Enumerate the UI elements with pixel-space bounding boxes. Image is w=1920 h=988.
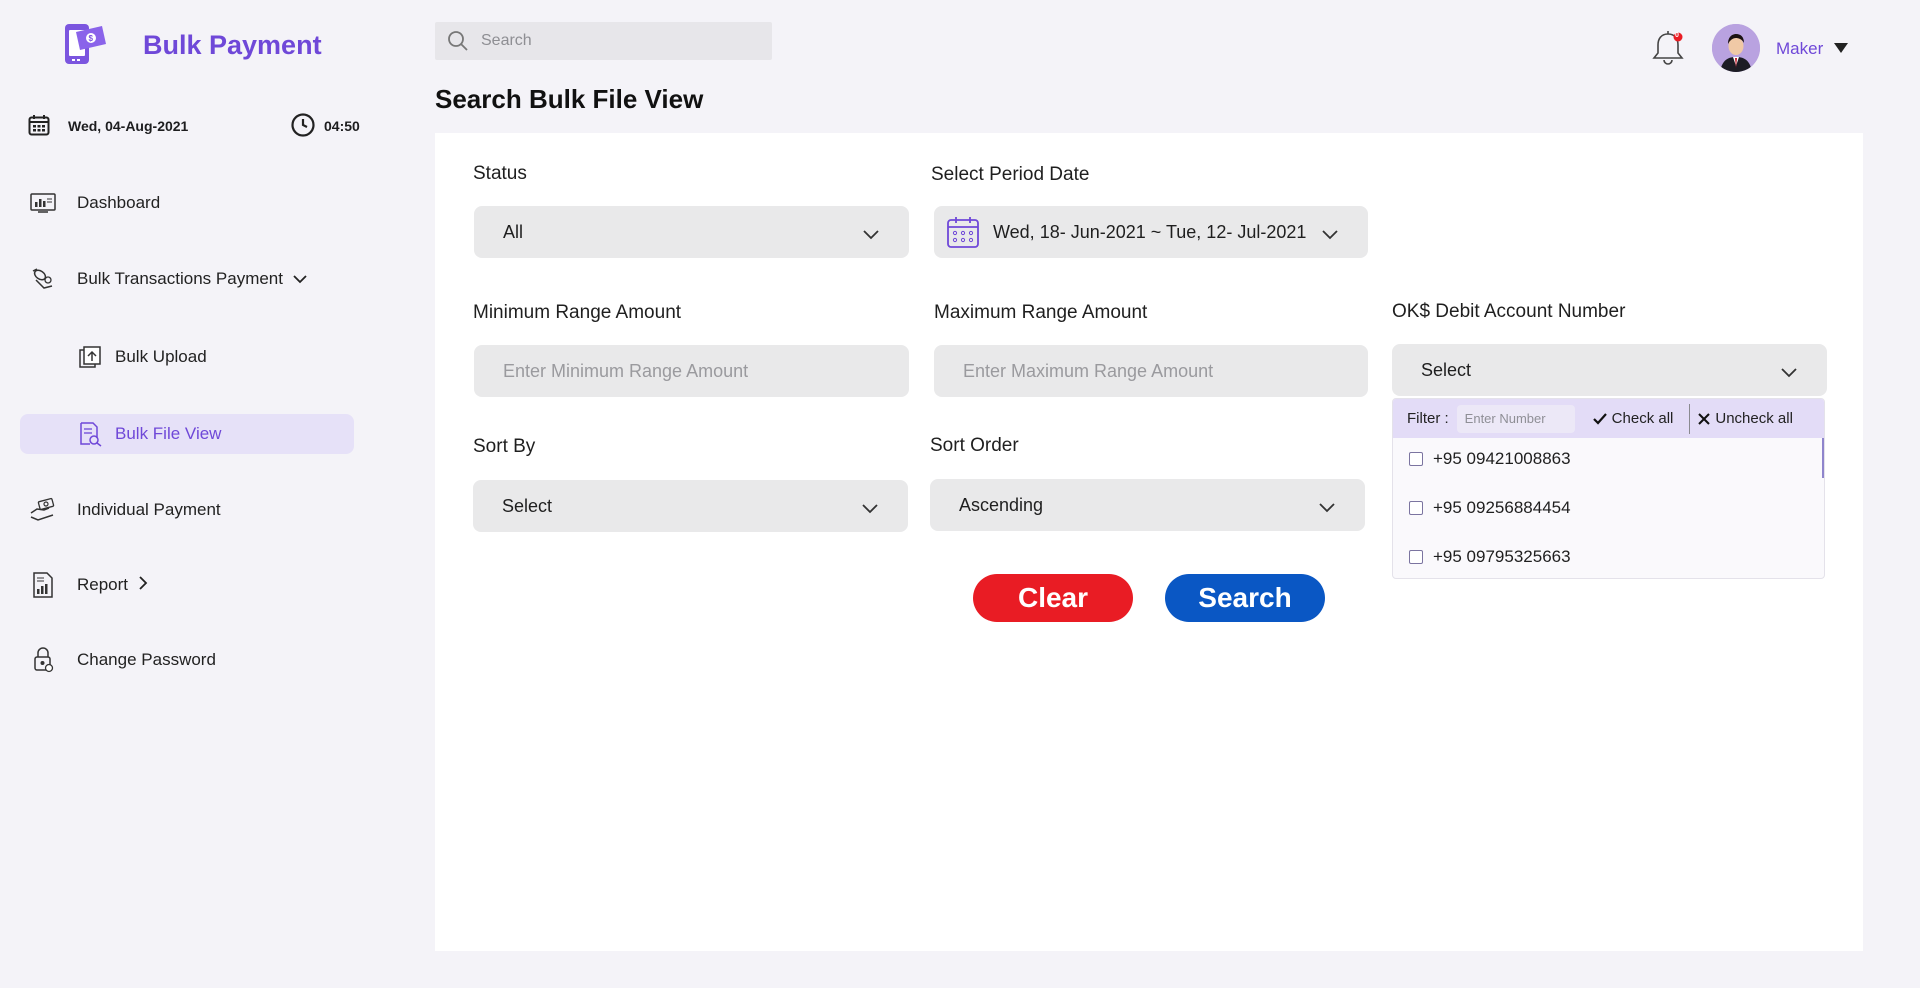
current-time: 04:50 <box>324 118 360 134</box>
uncheck-all-label: Uncheck all <box>1715 410 1793 427</box>
chevron-down-icon <box>1322 224 1338 245</box>
chevron-right-icon <box>138 575 148 595</box>
sort-by-label: Sort By <box>473 436 536 457</box>
checkbox[interactable] <box>1409 501 1423 515</box>
min-amount-label: Minimum Range Amount <box>473 302 682 323</box>
status-value: All <box>503 221 524 242</box>
period-label: Select Period Date <box>931 164 1090 185</box>
account-option-label: +95 09795325663 <box>1433 547 1571 566</box>
sidebar-item-report[interactable]: Report <box>20 565 354 605</box>
max-amount-field[interactable] <box>934 345 1368 397</box>
avatar[interactable] <box>1712 24 1760 72</box>
sidebar-item-bulk-file-view[interactable]: Bulk File View <box>20 414 354 454</box>
chevron-down-icon <box>863 224 879 245</box>
sidebar-item-label: Bulk File View <box>115 424 222 443</box>
dropdown-scrollbar[interactable] <box>1822 438 1824 478</box>
money-transfer-icon <box>28 264 58 294</box>
search-icon <box>447 30 469 52</box>
debit-account-label: OK$ Debit Account Number <box>1392 301 1626 322</box>
debit-account-select[interactable]: Select <box>1392 344 1827 396</box>
lock-icon <box>28 645 58 675</box>
calendar-icon <box>28 114 50 139</box>
sort-order-label: Sort Order <box>930 435 1019 456</box>
sidebar-item-bulk-upload[interactable]: Bulk Upload <box>20 337 354 377</box>
divider <box>1689 403 1691 434</box>
file-search-icon <box>75 419 105 449</box>
status-label: Status <box>473 163 527 184</box>
sort-by-select[interactable]: Select <box>473 480 908 532</box>
min-amount-input[interactable] <box>503 360 883 382</box>
sidebar-item-individual-payment[interactable]: Individual Payment <box>20 490 354 530</box>
period-date-picker[interactable]: Wed, 18- Jun-2021 ~ Tue, 12- Jul-2021 <box>934 206 1368 258</box>
checkbox[interactable] <box>1409 452 1423 466</box>
account-option[interactable]: +95 09421008863 <box>1409 449 1571 469</box>
clock-icon <box>290 112 316 141</box>
report-icon <box>28 570 58 600</box>
status-select[interactable]: All <box>474 206 909 258</box>
svg-text:$: $ <box>89 34 94 43</box>
chevron-down-icon <box>1319 497 1335 518</box>
clear-button[interactable]: Clear <box>973 574 1133 622</box>
caret-down-icon[interactable] <box>1833 41 1849 59</box>
dashboard-icon <box>28 188 58 218</box>
sidebar-item-label: Dashboard <box>77 193 161 212</box>
account-option-label: +95 09256884454 <box>1433 498 1571 517</box>
checkbox[interactable] <box>1409 550 1423 564</box>
search-input[interactable] <box>481 32 751 50</box>
account-option-label: +95 09421008863 <box>1433 449 1571 468</box>
page-title: Search Bulk File View <box>435 84 704 114</box>
debit-account-dropdown: Filter : Check all Uncheck all +95 09421… <box>1392 398 1825 579</box>
dropdown-filter-bar: Filter : Check all Uncheck all <box>1393 399 1824 438</box>
search-button[interactable]: Search <box>1165 574 1325 622</box>
chevron-down-icon <box>293 269 307 289</box>
upload-icon <box>75 342 105 372</box>
sidebar-item-label: Individual Payment <box>77 500 221 519</box>
notification-count-badge: 0 <box>1675 32 1679 39</box>
check-all-label: Check all <box>1611 410 1674 427</box>
max-amount-input[interactable] <box>963 360 1343 382</box>
check-all-button[interactable]: Check all <box>1592 410 1674 427</box>
min-amount-field[interactable] <box>474 345 909 397</box>
global-search[interactable] <box>435 22 772 60</box>
sidebar-item-bulk-transactions[interactable]: Bulk Transactions Payment <box>20 259 354 299</box>
sidebar-item-label: Bulk Transactions Payment <box>77 269 283 288</box>
sidebar-item-change-password[interactable]: Change Password <box>20 640 354 680</box>
chevron-down-icon <box>862 498 878 519</box>
checkmark-icon <box>1592 412 1607 425</box>
sort-order-value: Ascending <box>959 494 1044 515</box>
close-icon <box>1698 412 1711 425</box>
current-date: Wed, 04-Aug-2021 <box>68 118 189 134</box>
hand-money-icon <box>28 495 58 525</box>
user-name[interactable]: Maker <box>1776 39 1823 59</box>
calendar-icon <box>946 215 980 249</box>
app-logo-icon: $ <box>62 22 110 68</box>
datetime-row: Wed, 04-Aug-2021 04:50 <box>26 112 366 138</box>
account-option[interactable]: +95 09256884454 <box>1409 498 1571 518</box>
chevron-down-icon <box>1781 362 1797 383</box>
sidebar-item-label: Report <box>77 575 129 594</box>
filter-label: Filter : <box>1407 410 1449 427</box>
app-title: Bulk Payment <box>143 30 322 60</box>
debit-account-value: Select <box>1421 359 1472 380</box>
filter-input[interactable] <box>1456 404 1575 433</box>
sidebar-item-dashboard[interactable]: Dashboard <box>20 183 354 223</box>
account-option[interactable]: +95 09795325663 <box>1409 547 1571 567</box>
sort-order-select[interactable]: Ascending <box>930 479 1365 531</box>
max-amount-label: Maximum Range Amount <box>934 302 1148 323</box>
sort-by-value: Select <box>502 495 553 516</box>
uncheck-all-button[interactable]: Uncheck all <box>1698 410 1793 427</box>
sidebar-item-label: Change Password <box>77 650 216 669</box>
notification-bell-icon[interactable] <box>1650 28 1686 68</box>
period-value: Wed, 18- Jun-2021 ~ Tue, 12- Jul-2021 <box>993 221 1307 242</box>
sidebar-item-label: Bulk Upload <box>115 347 207 366</box>
